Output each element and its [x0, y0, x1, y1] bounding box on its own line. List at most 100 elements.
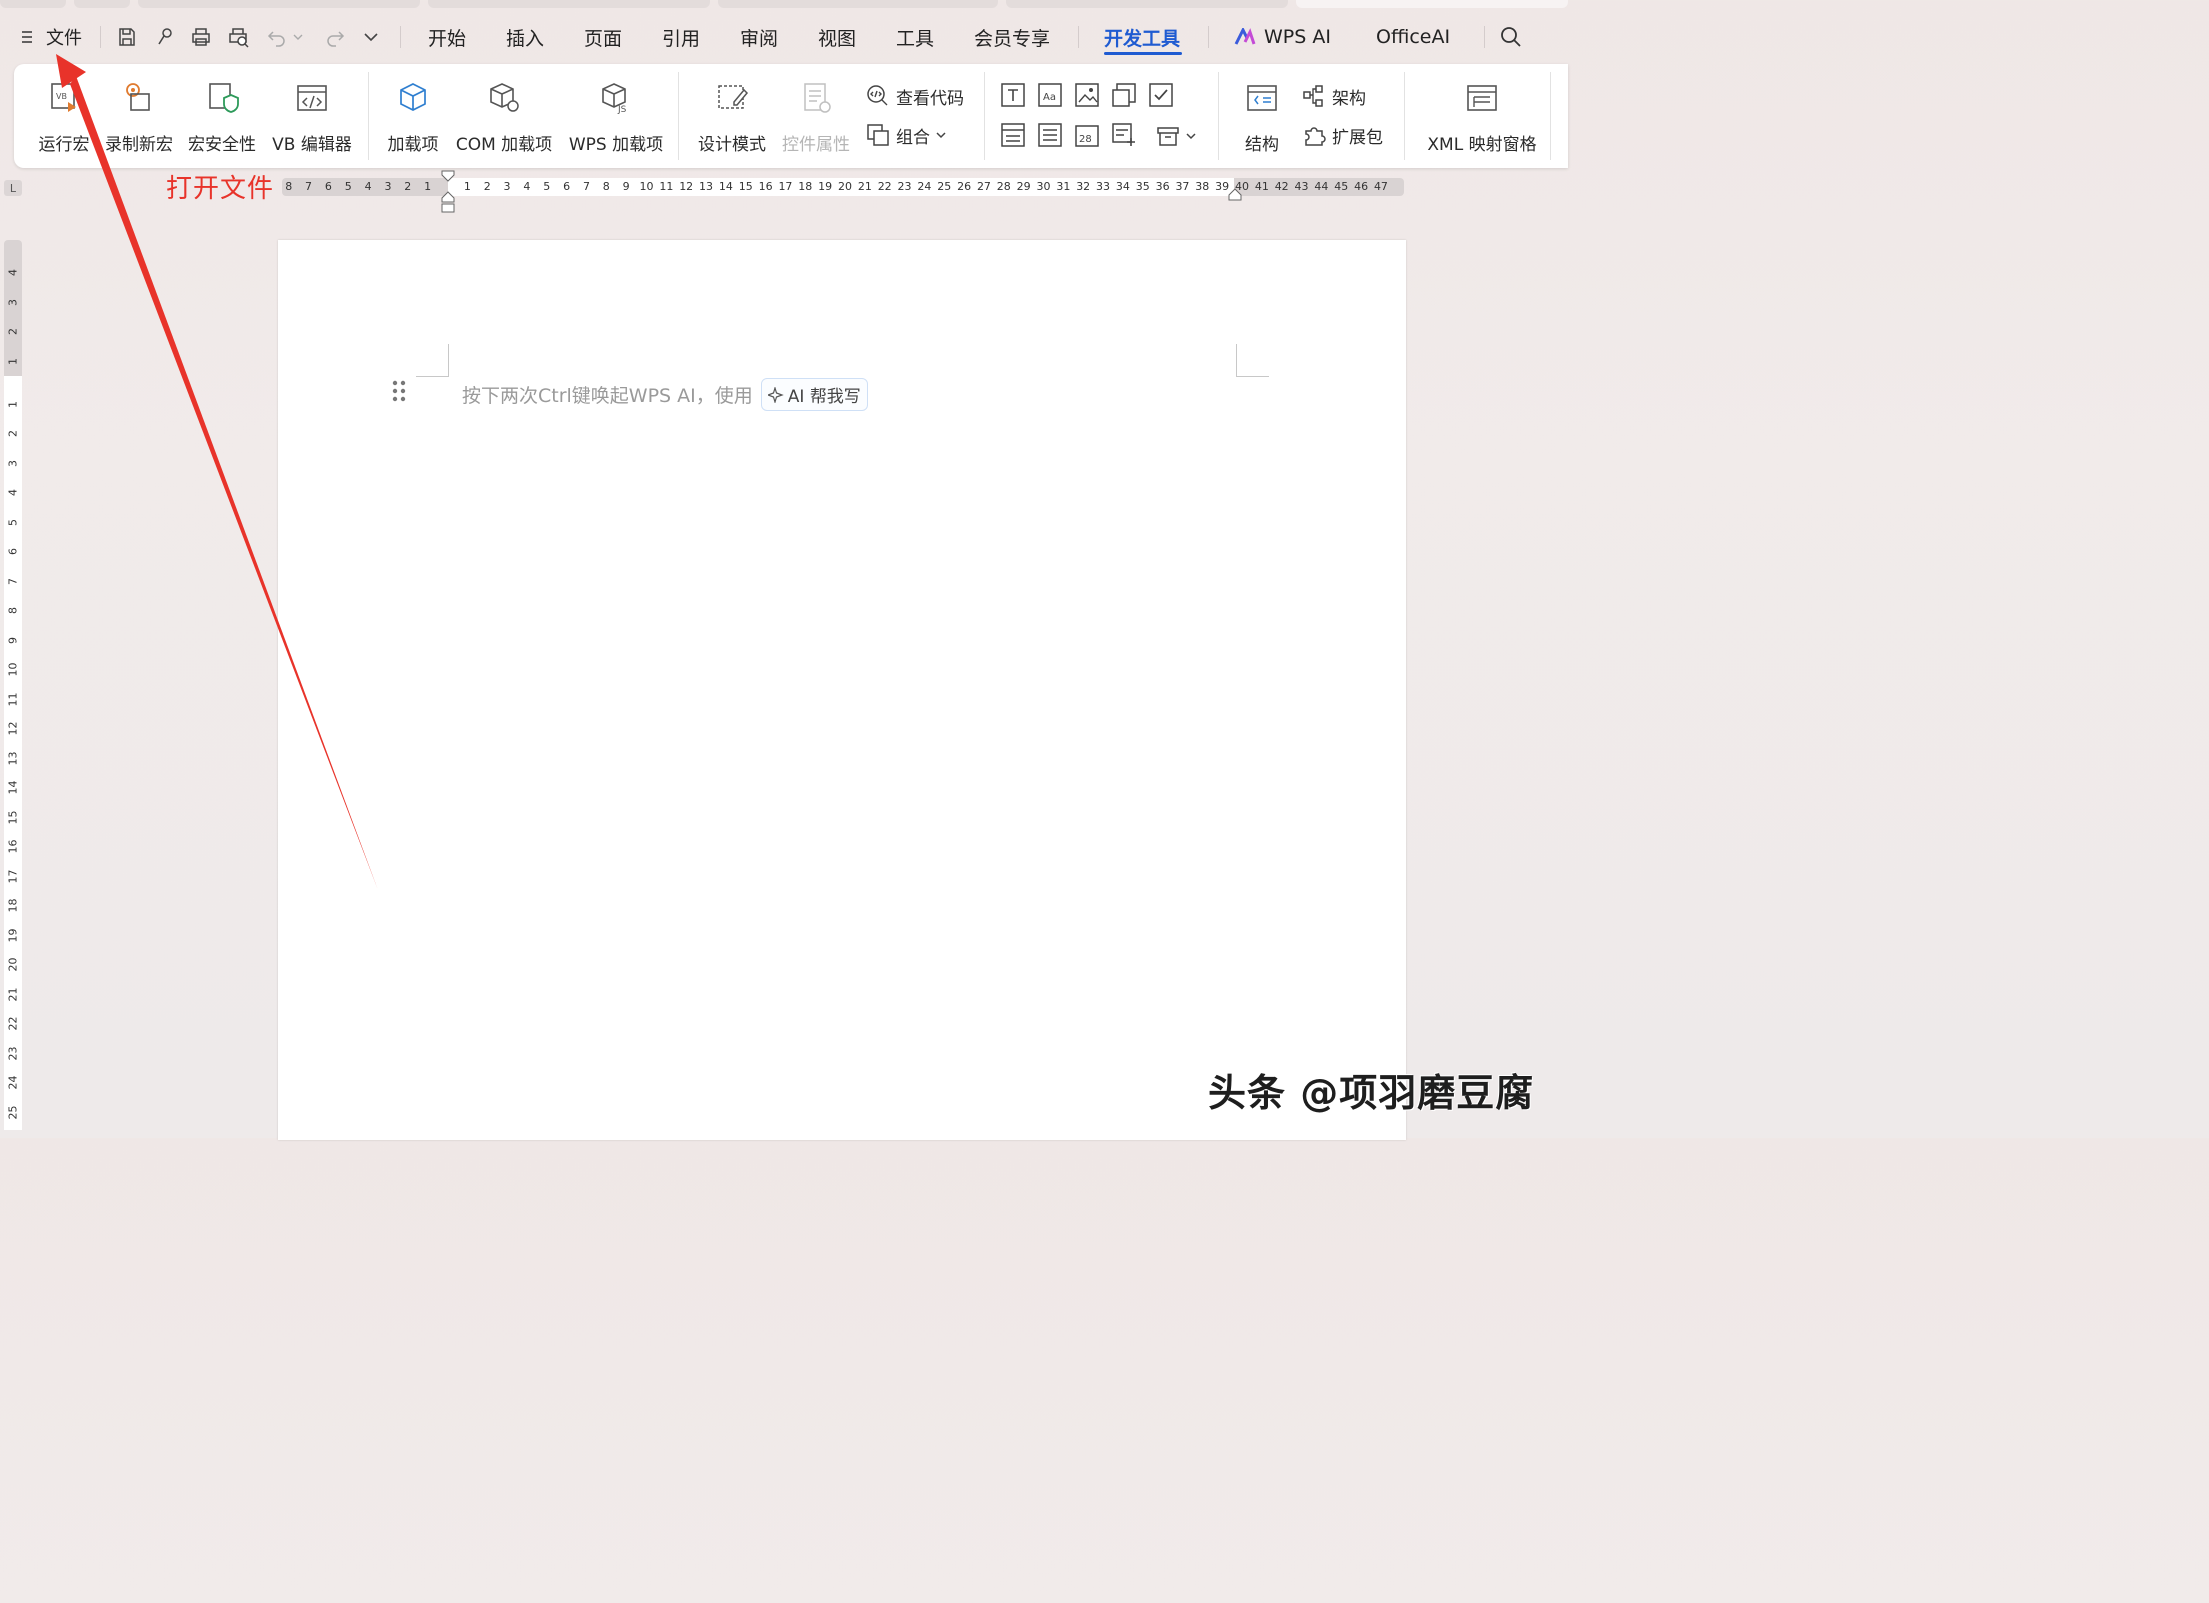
active-tab-indicator — [1104, 52, 1182, 55]
schema-button[interactable]: 架构 — [1302, 82, 1366, 110]
ruler-tick-label: 23 — [6, 1046, 20, 1060]
tab-home[interactable]: 开始 — [428, 12, 466, 62]
drag-handle-icon[interactable] — [392, 380, 406, 402]
tab-member[interactable]: 会员专享 — [974, 12, 1050, 62]
ruler-tick-label: 4 — [6, 489, 20, 496]
expansion-pack-button[interactable]: 扩展包 — [1302, 121, 1383, 149]
svg-text:Aa: Aa — [1043, 92, 1056, 103]
building-block-control-icon[interactable] — [1111, 82, 1137, 108]
vb-editor-label: VB 编辑器 — [272, 135, 352, 155]
undo-icon[interactable] — [264, 24, 290, 50]
picture-control-icon[interactable] — [1074, 82, 1100, 108]
run-macro-button[interactable]: VB 运行宏 — [34, 64, 94, 168]
ruler-tick-label: 30 — [1036, 180, 1051, 193]
ruler-tick-label: 2 — [483, 180, 491, 193]
ruler-tick-label: 16 — [758, 180, 773, 193]
redo-icon[interactable] — [322, 24, 348, 50]
rich-text-control-icon[interactable]: Aa — [1037, 82, 1063, 108]
legacy-tools-icon — [1157, 127, 1179, 146]
group-button[interactable]: 组合 — [866, 121, 952, 149]
ai-write-button[interactable]: AI 帮我写 — [760, 378, 868, 411]
ruler-tick-label: 3 — [6, 298, 20, 306]
ruler-tick-label: 42 — [1274, 180, 1289, 193]
print-preview-icon[interactable] — [226, 24, 252, 50]
file-menu-label: 文件 — [46, 28, 82, 49]
ruler-tick-label: 10 — [6, 662, 20, 677]
macro-security-label: 宏安全性 — [188, 135, 256, 155]
view-code-icon — [867, 85, 888, 106]
date-picker-control-icon[interactable]: 28 — [1074, 122, 1100, 148]
xml-mapping-pane-button[interactable]: XML 映射窗格 — [1420, 64, 1544, 168]
ruler-tick-label: 6 — [324, 180, 332, 193]
tab-insert[interactable]: 插入 — [506, 12, 544, 62]
ruler-tick-label: 34 — [1115, 180, 1130, 193]
horizontal-ruler[interactable]: 8 7 6 5 4 3 2 1 1 2 3 4 5 6 7 8 9 10 11 12 13 14 15 16 17 18 19 20 2… — [282, 170, 1404, 213]
tab-officeai[interactable]: OfficeAI — [1376, 12, 1450, 62]
design-mode-button[interactable]: 设计模式 — [694, 64, 770, 168]
ruler-tick-label: 14 — [718, 180, 733, 193]
svg-text:JS: JS — [617, 105, 627, 115]
tab-review[interactable]: 审阅 — [740, 12, 778, 62]
svg-text:VB: VB — [56, 92, 67, 101]
save-icon[interactable] — [114, 24, 140, 50]
tab-tools[interactable]: 工具 — [896, 12, 934, 62]
tab-wps-ai[interactable]: WPS AI — [1234, 12, 1331, 62]
combo-box-control-icon[interactable] — [1000, 122, 1026, 148]
vertical-ruler[interactable]: 4 3 2 1 1 2 3 4 5 6 7 8 9 10 11 12 13 14 15 16 17 18 19 20 21 22 2… — [4, 240, 22, 1130]
tab-references[interactable]: 引用 — [662, 12, 700, 62]
com-addins-button[interactable]: COM 加载项 — [452, 64, 556, 168]
ruler-tick-label: 14 — [6, 780, 20, 795]
print-icon[interactable] — [188, 24, 214, 50]
record-macro-button[interactable]: 录制新宏 — [104, 64, 174, 168]
ruler-tick-label: 12 — [6, 721, 20, 736]
quick-access-more-icon[interactable] — [358, 24, 384, 50]
plain-text-control-icon[interactable] — [1000, 82, 1026, 108]
tab-view[interactable]: 视图 — [818, 12, 856, 62]
ruler-tick-label: 44 — [1314, 180, 1329, 193]
ruler-tick-label: 47 — [1373, 180, 1388, 193]
structure-button[interactable]: 结构 — [1236, 64, 1288, 168]
ruler-tick-label: 27 — [976, 180, 991, 193]
control-properties-icon — [804, 83, 831, 113]
legacy-tools-dropdown[interactable] — [1156, 122, 1202, 150]
ruler-tick-label: 7 — [6, 577, 20, 585]
addins-button[interactable]: 加载项 — [384, 64, 442, 168]
ruler-tick-label: 20 — [838, 180, 852, 193]
ruler-tick-label: 9 — [622, 180, 630, 193]
ai-write-label: AI 帮我写 — [787, 387, 861, 407]
checkbox-control-icon[interactable] — [1148, 82, 1174, 108]
dropdown-list-control-icon[interactable] — [1037, 122, 1063, 148]
first-line-indent-marker[interactable] — [441, 170, 455, 182]
chevron-down-icon — [1186, 133, 1196, 140]
hanging-indent-marker[interactable] — [441, 188, 455, 214]
vb-editor-icon — [297, 85, 327, 111]
ruler-tick-label: 31 — [1056, 180, 1071, 193]
ruler-tick-label: 8 — [285, 180, 293, 193]
ruler-corner-tab-stop[interactable]: L — [4, 180, 22, 196]
ruler-tick-label: 46 — [1354, 180, 1369, 193]
ruler-tick-label: 38 — [1195, 180, 1210, 193]
ruler-tick-label: 6 — [563, 180, 571, 193]
view-code-button[interactable]: 查看代码 — [866, 82, 964, 110]
file-menu-button[interactable]: 文件 — [20, 12, 82, 62]
format-painter-icon[interactable] — [152, 24, 178, 50]
tab-page[interactable]: 页面 — [584, 12, 622, 62]
macro-security-button[interactable]: 宏安全性 — [186, 64, 258, 168]
watermark: 头条 @项羽磨豆腐 — [1208, 1071, 1535, 1115]
document-page[interactable]: 按下两次Ctrl键唤起WPS AI，使用 AI 帮我写 — [278, 240, 1406, 1140]
ruler-tick-label: 5 — [543, 180, 551, 193]
undo-dropdown-icon[interactable] — [290, 24, 306, 50]
control-properties-button[interactable]: 控件属性 — [778, 64, 854, 168]
vb-editor-button[interactable]: VB 编辑器 — [270, 64, 354, 168]
ruler-tick-label: 2 — [404, 180, 412, 193]
ruler-tick-label: 16 — [6, 839, 20, 854]
search-icon[interactable] — [1498, 24, 1524, 50]
ruler-tick-label: 37 — [1175, 180, 1190, 193]
ruler-tick-label: 2 — [6, 430, 20, 437]
ruler-tick-label: 22 — [877, 180, 892, 193]
wps-addins-button[interactable]: JS WPS 加载项 — [564, 64, 668, 168]
repeating-section-control-icon[interactable] — [1111, 122, 1137, 148]
ruler-tick-label: 18 — [798, 180, 813, 193]
ruler-tick-label: 24 — [6, 1075, 20, 1090]
ruler-tick-label: 2 — [6, 328, 20, 335]
